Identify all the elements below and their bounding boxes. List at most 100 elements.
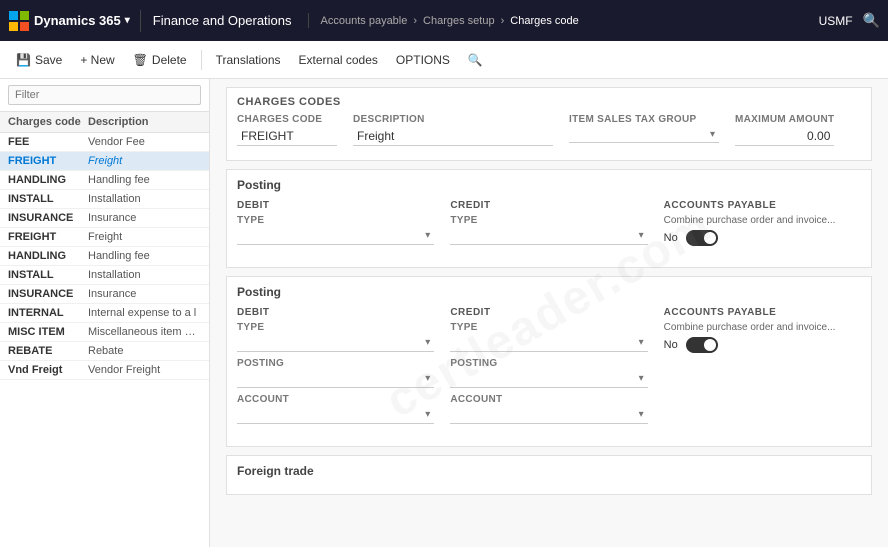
sidebar-row-code: FREIGHT bbox=[8, 155, 88, 167]
sidebar-row[interactable]: INSTALL Installation bbox=[0, 190, 209, 209]
sidebar-row[interactable]: HANDLING Handling fee bbox=[0, 247, 209, 266]
breadcrumb-sep-2: › bbox=[501, 15, 505, 27]
breadcrumb-sep-1: › bbox=[413, 15, 417, 27]
sidebar-row-code: INSURANCE bbox=[8, 212, 88, 224]
toolbar: 💾 Save + New 🗑 Delete Translations Exter… bbox=[0, 41, 888, 79]
external-codes-label: External codes bbox=[299, 53, 378, 67]
sidebar-row[interactable]: Vnd Freigt Vendor Freight bbox=[0, 361, 209, 380]
debit-account-2-label: Account bbox=[237, 394, 434, 405]
maximum-amount-field: Maximum amount 0.00 bbox=[735, 114, 834, 146]
credit-account-2-field: Account bbox=[450, 394, 647, 424]
new-button[interactable]: + New bbox=[72, 49, 122, 71]
charges-code-value[interactable]: FREIGHT bbox=[237, 127, 337, 146]
debit-type-1-field: Type bbox=[237, 215, 434, 245]
save-icon: 💾 bbox=[16, 53, 31, 67]
posting-2-grid: DEBIT Type Posting Account bbox=[237, 307, 861, 430]
credit-col-1: CREDIT Type bbox=[450, 200, 647, 251]
sidebar-row[interactable]: REBATE Rebate bbox=[0, 342, 209, 361]
debit-type-1-label: Type bbox=[237, 215, 434, 226]
credit-account-2-label: Account bbox=[450, 394, 647, 405]
foreign-trade-label: Foreign trade bbox=[237, 464, 861, 478]
item-sales-tax-group-field: Item sales tax group ▾ bbox=[569, 114, 719, 146]
sidebar-row-desc: Installation bbox=[88, 269, 201, 281]
toolbar-search-button[interactable]: 🔍 bbox=[460, 49, 491, 71]
sidebar-row[interactable]: FEE Vendor Fee bbox=[0, 133, 209, 152]
brand[interactable]: Dynamics 365 ▾ bbox=[8, 10, 141, 32]
debit-type-2-input[interactable] bbox=[237, 335, 434, 352]
credit-col-2: CREDIT Type Posting Account bbox=[450, 307, 647, 430]
sidebar-row-code: INSURANCE bbox=[8, 288, 88, 300]
credit-account-2-input[interactable] bbox=[450, 407, 647, 424]
detail-panel: certleader.com CHARGES CODES Charges cod… bbox=[210, 79, 888, 547]
external-codes-button[interactable]: External codes bbox=[291, 49, 386, 71]
sidebar-row-desc: Miscellaneous item ch... bbox=[88, 326, 201, 338]
sidebar-row[interactable]: INSURANCE Insurance bbox=[0, 285, 209, 304]
posting-section-2: Posting DEBIT Type Posting bbox=[226, 276, 872, 447]
debit-posting-2-input[interactable] bbox=[237, 371, 434, 388]
sidebar-row-desc: Freight bbox=[88, 231, 201, 243]
sidebar-row[interactable]: FREIGHT Freight bbox=[0, 152, 209, 171]
debit-account-2-input[interactable] bbox=[237, 407, 434, 424]
main-content: Charges code Description FEE Vendor Fee … bbox=[0, 79, 888, 547]
sidebar-row-desc: Handling fee bbox=[88, 174, 201, 186]
sidebar-col-code: Charges code bbox=[8, 116, 88, 128]
credit-type-1-input[interactable] bbox=[450, 228, 647, 245]
sidebar-row[interactable]: INSURANCE Insurance bbox=[0, 209, 209, 228]
charges-codes-section: CHARGES CODES Charges code FREIGHT Descr… bbox=[226, 87, 872, 161]
sidebar-row-code: Vnd Freigt bbox=[8, 364, 88, 376]
breadcrumb-item-3: Charges code bbox=[510, 15, 579, 27]
description-label: Description bbox=[353, 114, 553, 125]
ap-1-no-label: No bbox=[664, 232, 678, 244]
sidebar-row[interactable]: INSTALL Installation bbox=[0, 266, 209, 285]
sidebar-row-desc: Internal expense to a l bbox=[88, 307, 201, 319]
breadcrumb-item-2[interactable]: Charges setup bbox=[423, 15, 495, 27]
save-button[interactable]: 💾 Save bbox=[8, 49, 70, 71]
posting-section-1: Posting DEBIT Type CREDIT Type bbox=[226, 169, 872, 268]
delete-label: Delete bbox=[152, 53, 187, 67]
sidebar-row[interactable]: INTERNAL Internal expense to a l bbox=[0, 304, 209, 323]
credit-type-2-input[interactable] bbox=[450, 335, 647, 352]
charges-code-field: Charges code FREIGHT bbox=[237, 114, 337, 146]
filter-input[interactable] bbox=[8, 85, 201, 105]
maximum-amount-label: Maximum amount bbox=[735, 114, 834, 125]
credit-posting-2-input[interactable] bbox=[450, 371, 647, 388]
credit-type-2-field: Type bbox=[450, 322, 647, 352]
description-field: Description Freight bbox=[353, 114, 553, 146]
brand-label: Dynamics 365 bbox=[34, 13, 121, 28]
sidebar-row-desc: Insurance bbox=[88, 288, 201, 300]
save-label: Save bbox=[35, 53, 62, 67]
sidebar-row-desc: Handling fee bbox=[88, 250, 201, 262]
sidebar-row[interactable]: FREIGHT Freight bbox=[0, 228, 209, 247]
credit-type-1-label: Type bbox=[450, 215, 647, 226]
debit-posting-2-field: Posting bbox=[237, 358, 434, 388]
debit-1-label: DEBIT bbox=[237, 200, 434, 211]
sidebar-filter-area bbox=[0, 79, 209, 112]
item-sales-tax-value[interactable]: ▾ bbox=[569, 127, 719, 143]
sidebar-list: FEE Vendor Fee FREIGHT Freight HANDLING … bbox=[0, 133, 209, 547]
sidebar: Charges code Description FEE Vendor Fee … bbox=[0, 79, 210, 547]
item-sales-tax-chevron-icon: ▾ bbox=[710, 129, 715, 140]
ap-1-toggle[interactable] bbox=[686, 230, 718, 246]
ap-2-toggle[interactable] bbox=[686, 337, 718, 353]
options-label: OPTIONS bbox=[396, 53, 450, 67]
debit-type-1-input[interactable] bbox=[237, 228, 434, 245]
delete-icon: 🗑 bbox=[133, 53, 148, 67]
options-button[interactable]: OPTIONS bbox=[388, 49, 458, 71]
sidebar-row[interactable]: MISC ITEM Miscellaneous item ch... bbox=[0, 323, 209, 342]
breadcrumb-item-1[interactable]: Accounts payable bbox=[321, 15, 408, 27]
delete-button[interactable]: 🗑 Delete bbox=[125, 49, 195, 71]
sidebar-row-desc: Vendor Freight bbox=[88, 364, 201, 376]
description-value[interactable]: Freight bbox=[353, 127, 553, 146]
brand-chevron-icon[interactable]: ▾ bbox=[125, 15, 130, 26]
toolbar-search-icon: 🔍 bbox=[468, 53, 483, 67]
debit-account-2-field: Account bbox=[237, 394, 434, 424]
sidebar-row-code: INTERNAL bbox=[8, 307, 88, 319]
translations-button[interactable]: Translations bbox=[208, 49, 289, 71]
credit-type-2-label: Type bbox=[450, 322, 647, 333]
maximum-amount-value[interactable]: 0.00 bbox=[735, 127, 834, 146]
sidebar-row[interactable]: HANDLING Handling fee bbox=[0, 171, 209, 190]
sidebar-row-code: HANDLING bbox=[8, 250, 88, 262]
sidebar-row-code: HANDLING bbox=[8, 174, 88, 186]
search-icon[interactable]: 🔍 bbox=[863, 12, 880, 29]
credit-type-1-select-wrapper bbox=[450, 228, 647, 245]
